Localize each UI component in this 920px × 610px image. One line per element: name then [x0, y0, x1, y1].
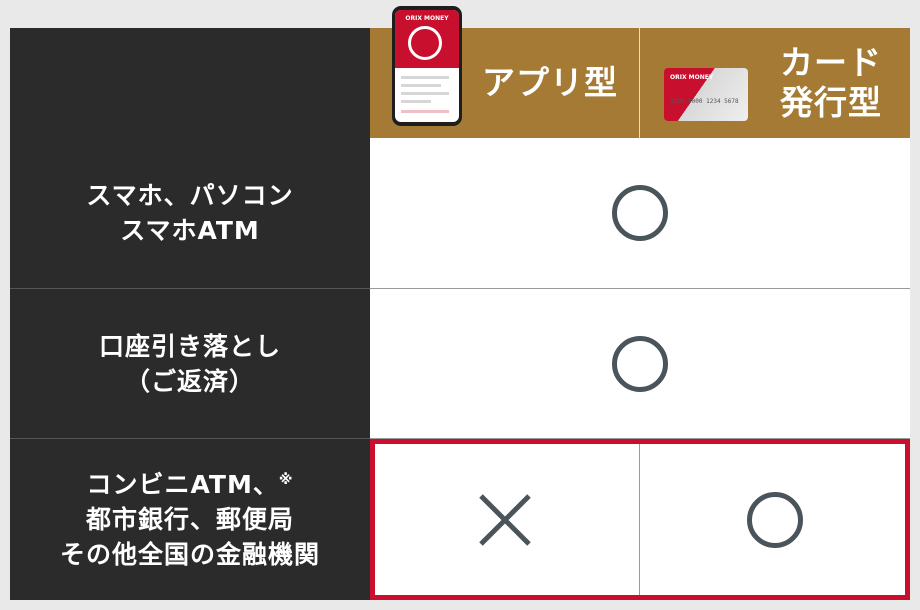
row2-availability-cell: [370, 289, 910, 438]
row-label-account-debit: 口座引き落とし （ご返済）: [10, 289, 370, 438]
row3-app-cell: [370, 439, 640, 600]
card-brand: ORIX MONEY: [670, 74, 714, 81]
row3-card-cell: [640, 439, 910, 600]
circle-mark-icon: [612, 335, 668, 392]
row-label-smartphone: スマホ、パソコン スマホATM: [10, 138, 370, 288]
phone-brand: ORIX MONEY: [405, 15, 449, 22]
row1-label-line1: スマホ、パソコン: [86, 181, 294, 210]
phone-row: [401, 100, 431, 103]
phone-header: ORIX MONEY: [395, 10, 459, 68]
phone-row: [401, 92, 449, 95]
row2-label-line2: （ご返済）: [124, 366, 255, 396]
card-illustration: ORIX MONEY 2100 5000 1234 5678: [664, 68, 748, 121]
phone-gauge-icon: [408, 26, 442, 60]
app-type-label: アプリ型: [482, 63, 618, 102]
card-number: 2100 5000 1234 5678: [670, 98, 739, 105]
row2-label-line1: 口座引き落とし: [98, 331, 281, 361]
header-empty-cell: [10, 28, 370, 138]
circle-mark-icon: [747, 491, 803, 548]
row1-label-line2: スマホATM: [120, 216, 260, 245]
row3-label-line1: コンビニATM、: [86, 470, 279, 499]
row3-label-line2: 都市銀行、郵便局: [85, 505, 294, 534]
row3-note-mark: ※: [278, 472, 294, 488]
row1-availability-cell: [370, 138, 910, 288]
phone-illustration: ORIX MONEY: [392, 6, 462, 126]
row-label-convenience-atm: コンビニATM、※ 都市銀行、郵便局 その他全国の金融機関: [10, 439, 370, 600]
card-type-line2: 発行型: [780, 83, 882, 122]
phone-row: [401, 84, 441, 87]
phone-row: [401, 76, 449, 79]
circle-mark-icon: [612, 185, 668, 241]
card-type-line1: カード: [780, 43, 882, 82]
row3-divider: [639, 439, 640, 600]
card-type-label: カード 発行型: [780, 43, 882, 123]
cross-mark-icon: [479, 493, 531, 546]
header-divider: [639, 28, 640, 138]
phone-row: [401, 110, 449, 113]
row3-label-line3: その他全国の金融機関: [59, 540, 320, 569]
phone-screen: ORIX MONEY: [395, 10, 459, 122]
